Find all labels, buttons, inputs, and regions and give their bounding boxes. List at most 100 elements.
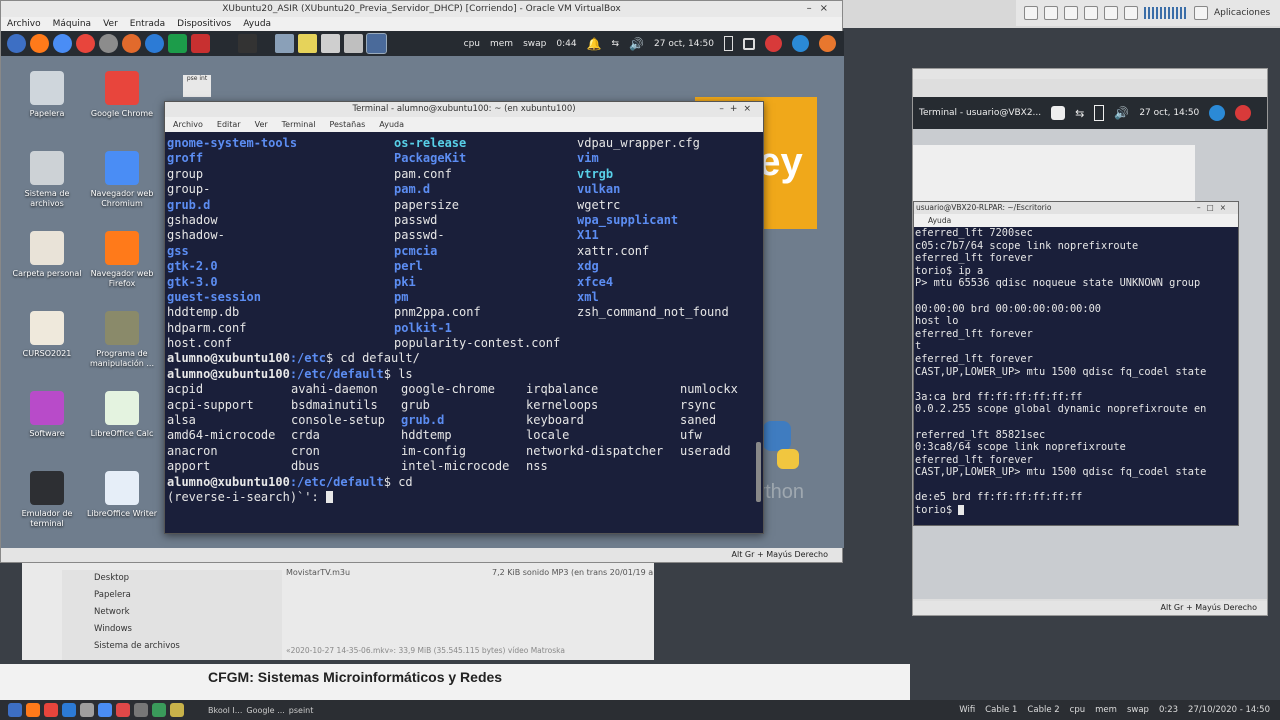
volume-icon[interactable]: 🔊 — [629, 37, 644, 51]
menu-archivo[interactable]: Archivo — [173, 117, 203, 132]
refresh-icon[interactable] — [792, 35, 809, 52]
secondary-clock[interactable]: 27 oct, 14:50 — [1139, 108, 1199, 118]
uptime-label: 0:23 — [1158, 705, 1179, 715]
settings-app-icon[interactable] — [191, 34, 210, 53]
menu-terminal[interactable]: Terminal — [282, 117, 316, 132]
guest-clock[interactable]: 27 oct, 14:50 — [654, 39, 714, 49]
window-controls[interactable]: –□× — [1197, 202, 1232, 214]
menu-ayuda[interactable]: Ayuda — [243, 17, 271, 31]
taskbar-label-google[interactable]: Google ... — [246, 706, 284, 715]
bell-icon[interactable]: 🔔 — [587, 37, 602, 51]
terminal-launcher-icon[interactable] — [238, 34, 257, 53]
menu-pestanas[interactable]: Pestañas — [329, 117, 365, 132]
chromium-icon[interactable] — [53, 34, 72, 53]
power-icon[interactable] — [1235, 105, 1252, 121]
desktop-icon[interactable]: Navegador web Firefox — [84, 231, 160, 289]
chrome-icon[interactable] — [44, 703, 58, 717]
volume-icon[interactable]: 🔊 — [1114, 106, 1129, 120]
terminal-entry: intel-microcode — [401, 459, 510, 474]
secondary-panel-title[interactable]: Terminal - usuario@VBX2... — [919, 108, 1041, 118]
app-icon-2[interactable] — [116, 703, 130, 717]
tool-icon[interactable] — [99, 34, 118, 53]
menu-ver[interactable]: Ver — [103, 17, 118, 31]
desktop-icon[interactable]: Papelera — [9, 71, 85, 119]
gear-icon[interactable] — [1194, 6, 1208, 20]
app-icon-4[interactable] — [152, 703, 166, 717]
wifi-label[interactable]: Wifi — [959, 705, 975, 715]
desktop-file-icon[interactable]: pse int — [183, 75, 211, 97]
desktop-icon[interactable]: Google Chrome — [84, 71, 160, 119]
tray-icon-c[interactable] — [1064, 6, 1078, 20]
file-row[interactable]: MovistarTV.m3u 7,2 KiB sonido MP3 (en tr… — [286, 568, 676, 577]
tray-icon-a[interactable] — [1024, 6, 1038, 20]
host-clock[interactable]: 27/10/2020 - 14:50 — [1188, 705, 1270, 715]
cable2-label[interactable]: Cable 2 — [1027, 705, 1059, 715]
tray-icon-b[interactable] — [1044, 6, 1058, 20]
tray-icon-d[interactable] — [1084, 6, 1098, 20]
firefox-icon[interactable] — [26, 703, 40, 717]
sidebar-item-filesystem[interactable]: Sistema de archivos — [62, 638, 282, 655]
battery-icon[interactable] — [724, 36, 733, 51]
folder-icon[interactable] — [1124, 6, 1138, 20]
bell-icon[interactable] — [1104, 6, 1118, 20]
menu-ver[interactable]: Ver — [255, 117, 268, 132]
window-button-4[interactable] — [344, 34, 363, 53]
firefox-icon[interactable] — [30, 34, 49, 53]
desktop-icon[interactable]: LibreOffice Calc — [84, 391, 160, 439]
taskbar-label-pseint[interactable]: pseint — [289, 706, 314, 715]
desktop-icon[interactable]: Programa de manipulación ... — [84, 311, 160, 369]
desktop-icon[interactable]: CURSO2021 — [9, 311, 85, 359]
sidebar-item-trash[interactable]: Papelera — [62, 587, 282, 604]
desktop-icon[interactable]: Sistema de archivos — [9, 151, 85, 209]
terminal-scrollbar[interactable] — [756, 442, 761, 502]
menu-editar[interactable]: Editar — [217, 117, 241, 132]
desktop-icon[interactable]: Carpeta personal — [9, 231, 85, 279]
cable1-label[interactable]: Cable 1 — [985, 705, 1017, 715]
window-button-3[interactable] — [321, 34, 340, 53]
applications-label[interactable]: Aplicaciones — [1214, 8, 1270, 18]
app-icon-3[interactable] — [134, 703, 148, 717]
back-arrow-icon[interactable] — [819, 35, 836, 52]
desktop-icon[interactable]: Software — [9, 391, 85, 439]
terminal-output[interactable]: gnome-system-tools os-release vdpau_wrappe… — [167, 136, 753, 533]
refresh-icon[interactable] — [1209, 105, 1226, 121]
window-controls[interactable]: –+× — [719, 102, 757, 117]
sidebar-item-windows[interactable]: Windows — [62, 621, 282, 638]
desktop-icon[interactable]: LibreOffice Writer — [84, 471, 160, 519]
secondary-terminal-output[interactable]: eferred_lft 7200sec c05:c7b7/64 scope lin… — [914, 227, 1238, 517]
power-icon[interactable] — [765, 35, 782, 52]
vscode-icon[interactable] — [145, 34, 164, 53]
window-button-2[interactable] — [298, 34, 317, 53]
window-button-terminal[interactable] — [366, 33, 387, 54]
network-icon[interactable]: ⇆ — [612, 39, 620, 49]
secondary-terminal-menu[interactable]: Ayuda — [914, 214, 1238, 227]
vscode-icon[interactable] — [62, 703, 76, 717]
terminal-search-line[interactable]: (reverse-i-search)`': — [167, 490, 753, 505]
menu-entrada[interactable]: Entrada — [130, 17, 165, 31]
app-icon[interactable] — [122, 34, 141, 53]
whisker-menu-icon[interactable] — [7, 34, 26, 53]
menu-icon[interactable] — [8, 703, 22, 717]
app-icon[interactable] — [80, 703, 94, 717]
taskbar-label-bkool[interactable]: Bkool I... — [208, 706, 242, 715]
bell-icon[interactable] — [1051, 106, 1066, 120]
menu-maquina[interactable]: Máquina — [53, 17, 91, 31]
battery-icon[interactable] — [1094, 105, 1105, 121]
menu-archivo[interactable]: Archivo — [7, 17, 41, 31]
file-meta: 7,2 KiB sonido MP3 (en trans 20/01/19 a — [492, 568, 654, 577]
chromium-icon[interactable] — [98, 703, 112, 717]
pycharm-icon[interactable] — [168, 34, 187, 53]
desktop-icon[interactable]: Navegador web Chromium — [84, 151, 160, 209]
window-controls[interactable]: –× — [807, 1, 836, 17]
sidebar-item-network[interactable]: Network — [62, 604, 282, 621]
window-button-1[interactable] — [275, 34, 294, 53]
terminal-titlebar: Terminal - alumno@xubuntu100: ~ (en xubu… — [165, 102, 763, 117]
sidebar-item-desktop[interactable]: Desktop — [62, 570, 282, 587]
desktop-icon[interactable]: Emulador de terminal — [9, 471, 85, 529]
menu-dispositivos[interactable]: Dispositivos — [177, 17, 231, 31]
app-icon-5[interactable] — [170, 703, 184, 717]
chrome-icon[interactable] — [76, 34, 95, 53]
lock-icon[interactable] — [743, 37, 755, 50]
network-icon[interactable]: ⇆ — [1075, 107, 1084, 120]
menu-ayuda[interactable]: Ayuda — [379, 117, 404, 132]
